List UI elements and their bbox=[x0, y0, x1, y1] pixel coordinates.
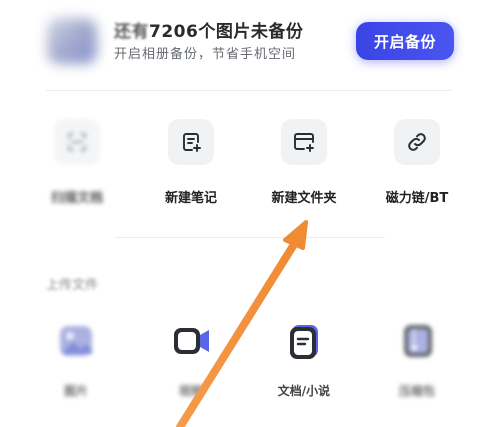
divider bbox=[115, 237, 385, 238]
backup-title: 还有7206个图片未备份 bbox=[114, 17, 303, 42]
category-documents[interactable]: 文档/小说 bbox=[254, 318, 354, 399]
category-archives[interactable]: 压缩包 bbox=[367, 318, 467, 399]
action-magnet-link[interactable]: 磁力链/BT bbox=[367, 119, 467, 206]
category-label: 压缩包 bbox=[398, 384, 435, 398]
backup-subtitle: 开启相册备份，节省手机空间 bbox=[114, 47, 297, 62]
category-label: 图片 bbox=[63, 384, 88, 398]
new-folder-icon bbox=[281, 119, 327, 165]
link-icon bbox=[394, 119, 440, 165]
video-icon bbox=[168, 318, 214, 364]
action-new-folder[interactable]: 新建文件夹 bbox=[254, 119, 354, 206]
divider bbox=[46, 90, 452, 91]
action-label: 新建文件夹 bbox=[271, 191, 337, 206]
photo-backup-thumbnail bbox=[47, 18, 97, 64]
unbacked-photo-count: 7206 bbox=[149, 22, 199, 42]
new-note-icon bbox=[168, 119, 214, 165]
backup-title-suffix: 个图片未备份 bbox=[198, 22, 304, 42]
action-scan-document[interactable]: 扫描文档 bbox=[27, 119, 127, 206]
action-new-note[interactable]: 新建笔记 bbox=[141, 119, 241, 206]
backup-title-prefix: 还有 bbox=[114, 22, 149, 42]
scan-icon bbox=[54, 119, 100, 165]
archive-icon bbox=[394, 318, 440, 364]
upload-sheet: 还有7206个图片未备份 开启相册备份，节省手机空间 开启备份 扫描文档 新建笔… bbox=[0, 0, 498, 427]
action-label: 扫描文档 bbox=[50, 191, 103, 206]
document-icon bbox=[281, 318, 327, 364]
upload-section-title: 上传文件 bbox=[46, 278, 99, 293]
category-images[interactable]: 图片 bbox=[26, 318, 126, 399]
image-icon bbox=[53, 318, 99, 364]
action-label: 磁力链/BT bbox=[385, 191, 449, 206]
enable-backup-button[interactable]: 开启备份 bbox=[356, 22, 454, 60]
category-label: 文档/小说 bbox=[277, 384, 331, 398]
action-label: 新建笔记 bbox=[164, 191, 217, 206]
category-label: 视频 bbox=[178, 384, 203, 398]
category-videos[interactable]: 视频 bbox=[141, 318, 241, 399]
